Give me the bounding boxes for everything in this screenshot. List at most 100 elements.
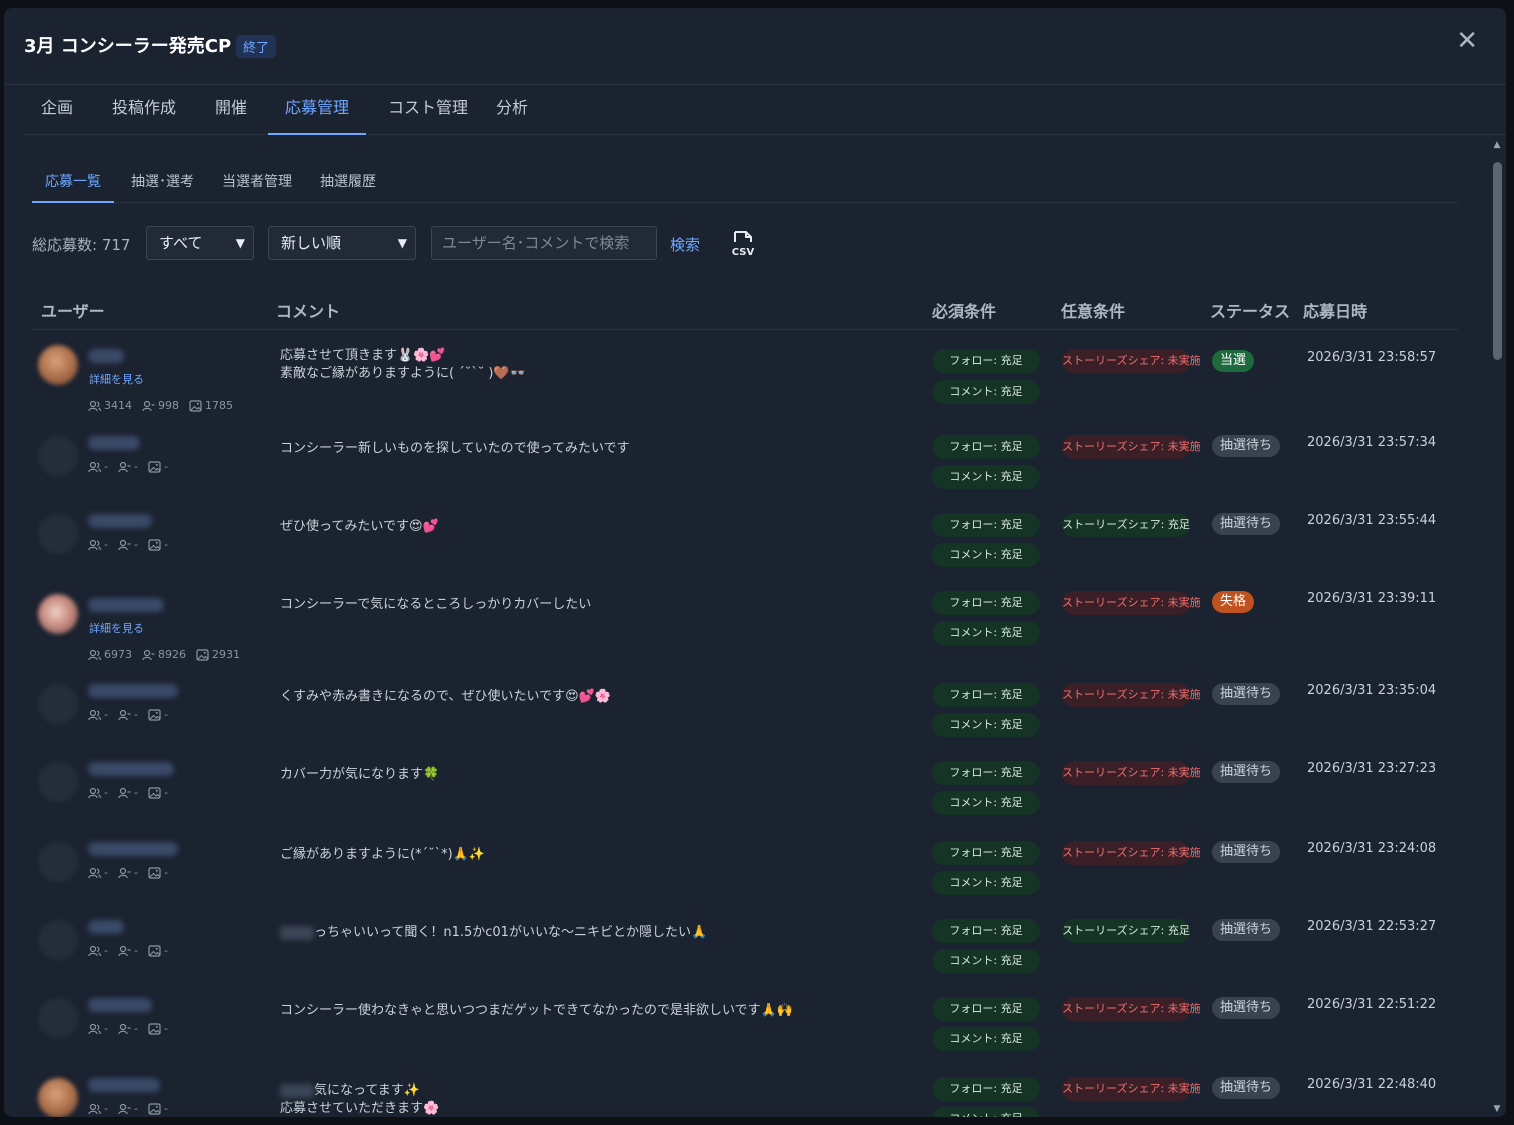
comment-text: 応募させて頂きます🐰🌸💕 素敵なご縁がありますように( ´˘`˘ )🤎👓 <box>280 347 920 383</box>
comment-line: ご縁がありますように(*´˘`*)🙏✨ <box>280 846 920 864</box>
required-follow-badge: フォロー: 充足 <box>932 591 1040 615</box>
user-stats: --- <box>88 460 178 476</box>
stat-posts: 2931 <box>196 648 240 661</box>
entry-date: 2026/3/31 22:53:27 <box>1307 919 1437 934</box>
following-icon <box>118 461 134 473</box>
required-comment-badge: コメント: 充足 <box>932 1027 1040 1051</box>
status-badge: 抽選待ち <box>1212 683 1281 705</box>
stat-value: - <box>163 708 168 721</box>
sort-select[interactable]: 新しい順 ▼ <box>268 226 416 260</box>
comment-line: コンシーラー使わなきゃと思いつつまだゲットできてなかったので是非欲しいです🙏🙌 <box>280 1002 920 1020</box>
comment-line-text: 応募させていただきます🌸 <box>280 1101 440 1116</box>
tab-plan[interactable]: 企画 <box>24 84 90 133</box>
tab-cost-management[interactable]: コスト管理 <box>371 84 485 133</box>
comment-line-text: 応募させて頂きます🐰🌸💕 <box>280 348 446 363</box>
stat-following: - <box>118 460 138 473</box>
required-follow-badge: フォロー: 充足 <box>932 435 1040 459</box>
entry-date: 2026/3/31 23:35:04 <box>1307 683 1437 698</box>
stat-value: - <box>133 1022 138 1035</box>
stat-posts: - <box>148 708 168 721</box>
followers-icon <box>88 867 104 879</box>
stat-value: - <box>104 866 108 879</box>
required-comment-badge: コメント: 充足 <box>932 791 1040 815</box>
scrollbar[interactable]: ▲ ▼ <box>1492 140 1502 1114</box>
toolbar: 総応募数: 717 すべて ▼ 新しい順 ▼ 検索 CSV <box>32 226 1432 262</box>
csv-download-icon[interactable]: CSV <box>730 230 756 258</box>
username-blurred <box>88 920 124 934</box>
stat-following: - <box>118 944 138 957</box>
comment-line-text: カバー力が気になります🍀 <box>280 767 440 782</box>
search-button[interactable]: 検索 <box>670 234 700 255</box>
required-comment-badge: コメント: 充足 <box>932 713 1040 737</box>
entry-date: 2026/3/31 23:24:08 <box>1307 841 1437 856</box>
status-badge: 当選 <box>1212 350 1255 372</box>
comment-text: カバー力が気になります🍀 <box>280 766 920 784</box>
search-input[interactable] <box>431 226 657 260</box>
stat-value: - <box>133 538 138 551</box>
table-row: 詳細を見る 3414 998 1785 応募させて頂きます🐰🌸💕 素敵なご縁がありますよう… <box>32 333 1458 412</box>
detail-link[interactable]: 詳細を見る <box>89 371 144 387</box>
tab-hold[interactable]: 開催 <box>198 84 264 133</box>
stat-following: - <box>118 1022 138 1035</box>
tab-entry-management[interactable]: 応募管理 <box>268 84 367 135</box>
scrollbar-thumb[interactable] <box>1493 162 1502 360</box>
filter-select[interactable]: すべて ▼ <box>146 226 254 260</box>
required-comment-badge: コメント: 充足 <box>932 543 1040 567</box>
modal-title: 3月 コンシーラー発売CP <box>24 36 232 57</box>
stat-followers: - <box>88 786 108 799</box>
required-follow-badge: フォロー: 充足 <box>932 513 1040 537</box>
column-comment: コメント <box>276 302 341 321</box>
followers-icon <box>88 787 104 799</box>
required-follow-badge: フォロー: 充足 <box>932 349 1040 373</box>
tab-post-create[interactable]: 投稿作成 <box>95 84 193 133</box>
following-icon <box>118 867 134 879</box>
required-comment-badge: コメント: 充足 <box>932 1107 1040 1117</box>
stat-value: - <box>104 538 108 551</box>
table-row: - - - コンシーラー使わなきゃと思いつつまだゲットできてなかったので是非欲しいです… <box>32 988 1458 1064</box>
subtab-entry-list[interactable]: 応募一覧 <box>32 168 114 203</box>
stat-value: - <box>133 708 138 721</box>
username-blurred <box>88 842 178 856</box>
scroll-up-icon[interactable]: ▲ <box>1492 140 1502 150</box>
comment-line-text: コンシーラー使わなきゃと思いつつまだゲットできてなかったので是非欲しいです🙏🙌 <box>280 1003 793 1018</box>
required-follow-badge: フォロー: 充足 <box>932 841 1040 865</box>
entry-date: 2026/3/31 22:51:22 <box>1307 997 1437 1012</box>
comment-text: コンシーラーで気になるところしっかりカバーしたい <box>280 596 920 614</box>
optional-story-share-badge: ストーリーズシェア: 充足 <box>1062 513 1190 537</box>
required-comment-badge: コメント: 充足 <box>932 949 1040 973</box>
table-row: - - - 気になってます✨ 応募させていただきます🌸 フォロー: 充足コメント: 充足 ス… <box>32 1068 1458 1117</box>
tab-analysis[interactable]: 分析 <box>479 84 545 133</box>
close-icon[interactable]: ✕ <box>1456 28 1478 54</box>
column-date: 応募日時 <box>1303 302 1368 321</box>
required-comment-badge: コメント: 充足 <box>932 465 1040 489</box>
subtab-lottery-history[interactable]: 抽選履歴 <box>307 168 389 201</box>
following-icon <box>118 709 134 721</box>
csv-label: CSV <box>732 247 755 258</box>
subtab-winner-management[interactable]: 当選者管理 <box>209 168 305 201</box>
username-blurred <box>88 1078 160 1092</box>
username-blurred <box>88 514 152 528</box>
following-icon <box>118 787 134 799</box>
modal-header: 3月 コンシーラー発売CP 終了 ✕ <box>4 8 1506 85</box>
filter-value: すべて <box>159 234 203 252</box>
followers-icon <box>88 1103 104 1115</box>
optional-story-share-badge: ストーリーズシェア: 充足 <box>1062 919 1190 943</box>
subtab-lottery[interactable]: 抽選･選考 <box>118 168 207 201</box>
following-icon <box>118 539 134 551</box>
column-required: 必須条件 <box>932 302 997 321</box>
followers-icon <box>88 539 104 551</box>
following-icon <box>118 1103 134 1115</box>
scroll-down-icon[interactable]: ▼ <box>1492 1104 1502 1114</box>
blurred-text <box>280 1083 314 1098</box>
user-stats: --- <box>88 538 178 554</box>
optional-story-share-badge: ストーリーズシェア: 未実施 <box>1062 761 1201 785</box>
following-icon <box>142 649 158 661</box>
stat-following: - <box>118 708 138 721</box>
entry-date: 2026/3/31 22:48:40 <box>1307 1077 1437 1092</box>
table-row: - - - カバー力が気になります🍀 フォロー: 充足 コメント: 充足 ストーリーズシェア… <box>32 752 1458 828</box>
stat-followers: - <box>88 944 108 957</box>
status-badge: 抽選待ち <box>1212 513 1281 535</box>
detail-link[interactable]: 詳細を見る <box>89 620 144 636</box>
following-icon <box>118 945 134 957</box>
followers-icon <box>88 649 104 661</box>
